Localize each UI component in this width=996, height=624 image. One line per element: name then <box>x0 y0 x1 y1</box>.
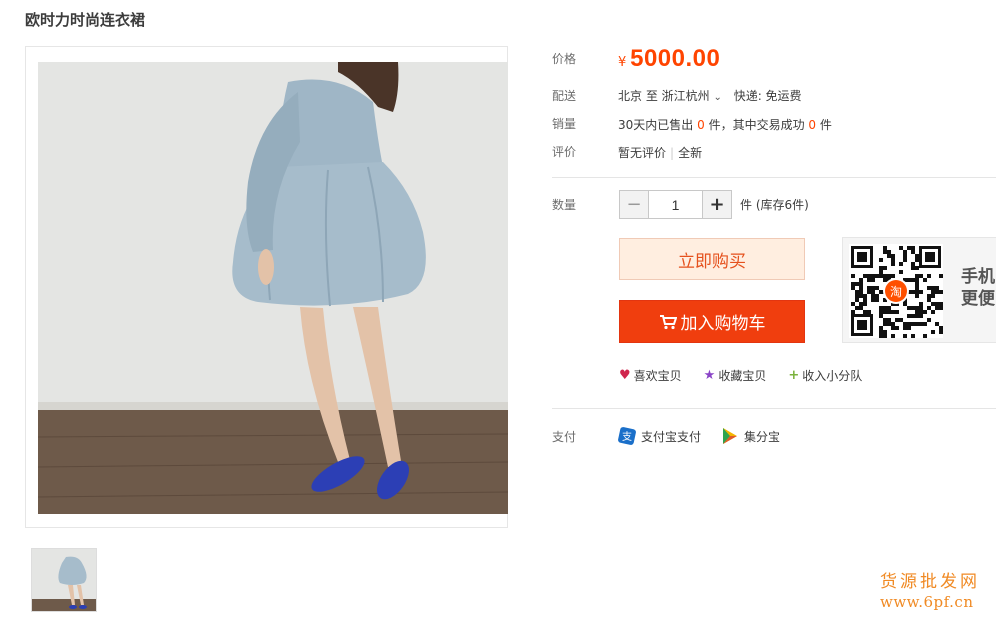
plus-icon: + <box>788 368 800 383</box>
like-label: 喜欢宝贝 <box>633 369 682 383</box>
add-to-cart-button[interactable]: 加入购物车 <box>619 300 805 343</box>
quantity-label: 数量 <box>552 198 577 212</box>
svg-text:支: 支 <box>622 431 632 443</box>
payment-methods: 支 支付宝支付 集分宝 <box>618 427 800 445</box>
product-title: 欧时力时尚连衣裙 <box>25 11 146 29</box>
watermark-line1: 货源批发网 <box>880 572 980 592</box>
qr-code: 淘 <box>849 244 943 338</box>
review-link[interactable]: 暂无评价 <box>618 146 666 160</box>
jifenbao-label: 集分宝 <box>744 429 781 444</box>
payment-label: 支付 <box>552 430 577 444</box>
divider: | <box>670 146 675 160</box>
price-value: 5000.00 <box>630 45 721 72</box>
price-label: 价格 <box>552 52 577 66</box>
sales-mid: 件，其中交易成功 <box>708 118 805 132</box>
qr-caption: 手机 更便 <box>961 266 995 310</box>
watermark-line2: www.6pf.cn <box>880 593 974 611</box>
add-to-squad[interactable]: + 收入小分队 <box>788 367 862 384</box>
delivery-label: 配送 <box>552 89 577 103</box>
chevron-down-icon[interactable]: ⌄ <box>713 92 721 103</box>
price: ¥ 5000.00 <box>618 45 720 73</box>
divider-line <box>552 408 996 409</box>
sales-label: 销量 <box>552 117 577 131</box>
cart-icon <box>659 314 677 329</box>
site-watermark: 货源批发网 www.6pf.cn <box>880 567 980 611</box>
main-image-frame <box>25 46 508 528</box>
currency-symbol: ¥ <box>618 55 627 70</box>
qr-caption-line1: 手机 <box>961 267 995 287</box>
quantity-stepper: − + <box>619 190 732 219</box>
buy-now-button[interactable]: 立即购买 <box>619 238 805 280</box>
stock-text: 件 (库存6件) <box>740 198 809 212</box>
qr-caption-line2: 更便 <box>961 289 995 309</box>
sales-prefix: 30天内已售出 <box>618 118 694 132</box>
sales-count: 0 <box>697 118 705 132</box>
svg-text:淘: 淘 <box>890 285 902 299</box>
item-actions: ♥ 喜欢宝贝 ★ 收藏宝贝 + 收入小分队 <box>619 367 884 384</box>
delivery-route[interactable]: 北京 至 浙江杭州 <box>618 89 710 103</box>
delivery-info: 北京 至 浙江杭州 ⌄ 快递: 免运费 <box>618 87 802 104</box>
heart-icon: ♥ <box>619 368 631 383</box>
like-item[interactable]: ♥ 喜欢宝贝 <box>619 367 682 384</box>
sales-info: 30天内已售出 0 件，其中交易成功 0 件 <box>618 116 832 133</box>
divider-line <box>552 177 996 178</box>
sales-success-count: 0 <box>808 118 817 132</box>
mobile-qr-panel[interactable]: 淘 手机 更便 <box>842 237 996 343</box>
squad-label: 收入小分队 <box>802 369 863 383</box>
sales-suffix: 件 <box>819 118 832 132</box>
delivery-express: 快递: 免运费 <box>733 89 802 103</box>
favorite-item[interactable]: ★ 收藏宝贝 <box>704 367 767 384</box>
review-label: 评价 <box>552 145 577 159</box>
decrease-button[interactable]: − <box>620 191 649 218</box>
favorite-label: 收藏宝贝 <box>718 369 767 383</box>
add-to-cart-label: 加入购物车 <box>680 314 766 334</box>
payment-jifenbao[interactable]: 集分宝 <box>721 427 780 445</box>
thumbnail-image[interactable] <box>31 548 97 612</box>
star-icon: ★ <box>703 368 716 383</box>
quantity-input[interactable] <box>649 191 702 218</box>
product-main-image[interactable] <box>38 62 508 514</box>
item-condition: 全新 <box>678 146 703 160</box>
alipay-label: 支付宝支付 <box>641 429 702 444</box>
payment-alipay[interactable]: 支 支付宝支付 <box>618 427 701 445</box>
review-info: 暂无评价 | 全新 <box>618 144 702 161</box>
alipay-icon: 支 <box>618 427 636 445</box>
increase-button[interactable]: + <box>702 191 731 218</box>
jifenbao-icon <box>723 428 738 444</box>
